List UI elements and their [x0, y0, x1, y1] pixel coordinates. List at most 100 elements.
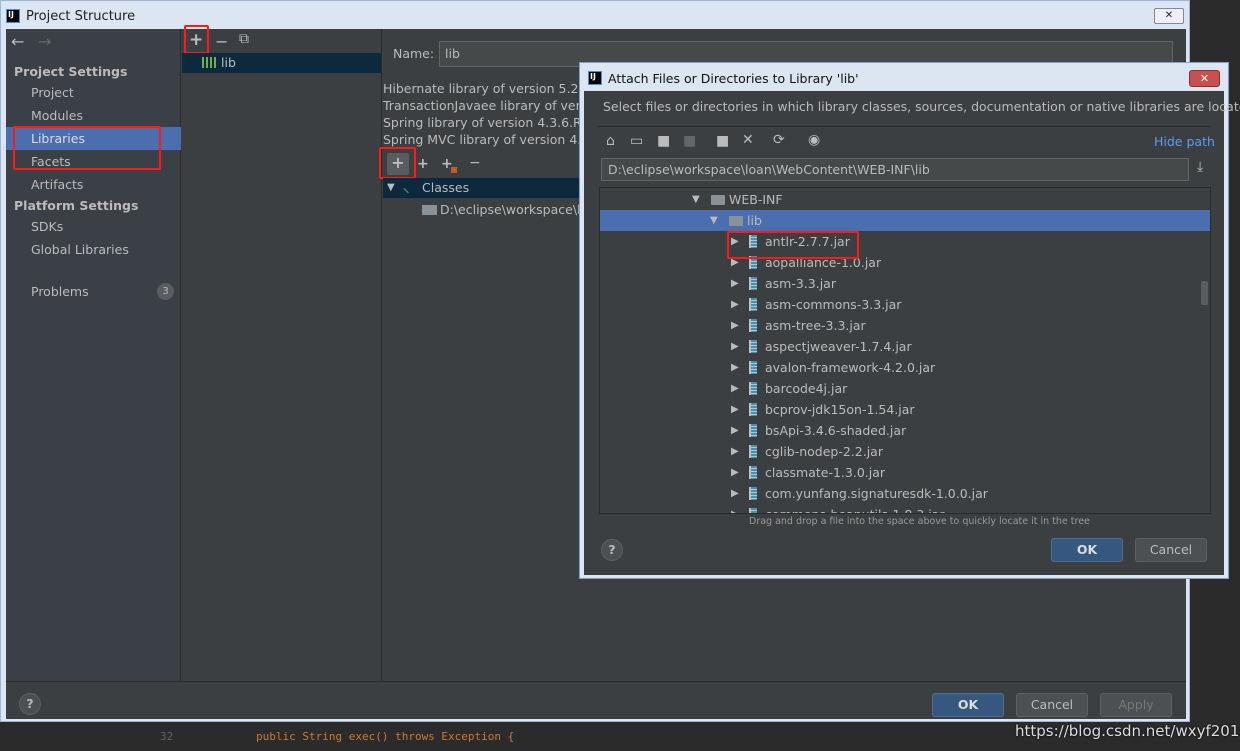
ok-button[interactable]: OK: [932, 693, 1004, 717]
sidebar-item-modules[interactable]: Modules: [6, 104, 181, 127]
jar-icon: [749, 298, 757, 311]
dialog-body: Select files or directories in which lib…: [584, 91, 1240, 575]
window-title: Project Structure: [26, 9, 136, 24]
tree-label: avalon-framework-4.2.0.jar: [765, 360, 936, 375]
refresh-icon[interactable]: ⟳: [773, 132, 785, 148]
tree-label: barcode4j.jar: [765, 381, 848, 396]
copy-library-button[interactable]: ⧉: [239, 31, 249, 47]
path-input[interactable]: D:\eclipse\workspace\loan\WebContent\WEB…: [601, 158, 1189, 181]
editor-line-number: 32: [160, 730, 174, 743]
attach-files-dialog: IJ Attach Files or Directories to Librar…: [579, 62, 1240, 579]
apply-button[interactable]: Apply: [1100, 693, 1172, 717]
tree-label: aspectjweaver-1.7.4.jar: [765, 339, 912, 354]
jar-icon: [749, 319, 757, 332]
desktop-icon[interactable]: ▭: [630, 133, 643, 149]
dialog-title: Attach Files or Directories to Library '…: [608, 71, 859, 86]
sidebar-item-problems[interactable]: Problems 3: [6, 280, 181, 303]
tree-jar-item[interactable]: ▶ asm-tree-3.3.jar: [600, 315, 1210, 336]
tree-jar-item[interactable]: ▶ classmate-1.3.0.jar: [600, 462, 1210, 483]
footer: ? OK Cancel Apply: [6, 681, 1186, 719]
tree-label: classmate-1.3.0.jar: [765, 465, 886, 480]
tree-label: bcprov-jdk15on-1.54.jar: [765, 402, 915, 417]
tree-jar-item[interactable]: ▶ bcprov-jdk15on-1.54.jar: [600, 399, 1210, 420]
highlight-box: [379, 147, 416, 179]
path-value: D:\eclipse\workspace\loan\WebContent\WEB…: [608, 162, 930, 177]
dialog-cancel-button[interactable]: Cancel: [1135, 538, 1207, 562]
tree-label: lib: [747, 213, 762, 228]
expand-arrow-icon: ▶: [731, 299, 739, 310]
remove-root-button[interactable]: −: [469, 155, 481, 171]
window-close-button[interactable]: ✕: [1154, 8, 1184, 24]
divider: [598, 126, 1210, 127]
expand-arrow-icon: ▼: [387, 182, 395, 193]
expand-arrow-icon: ▶: [731, 383, 739, 394]
sidebar-item-sdks[interactable]: SDKs: [6, 215, 181, 238]
tree-jar-item[interactable]: ▶ avalon-framework-4.2.0.jar: [600, 357, 1210, 378]
problems-label: Problems: [31, 284, 89, 299]
dialog-description: Select files or directories in which lib…: [603, 99, 1240, 114]
dialog-help-button[interactable]: ?: [601, 539, 623, 561]
highlight-box: [727, 231, 859, 259]
highlight-box: [13, 126, 161, 170]
tree-jar-item[interactable]: ▶ com.yunfang.signaturesdk-1.0.0.jar: [600, 483, 1210, 504]
hammer-icon: ⸜: [403, 180, 410, 195]
tree-jar-item[interactable]: ▶ asm-3.3.jar: [600, 273, 1210, 294]
jar-icon: [749, 466, 757, 479]
cancel-button[interactable]: Cancel: [1016, 693, 1088, 717]
tree-jar-item[interactable]: ▶ bsApi-3.4.6-shaded.jar: [600, 420, 1210, 441]
jar-icon: [749, 403, 757, 416]
back-arrow-icon[interactable]: ←: [11, 32, 24, 51]
remove-library-button[interactable]: −: [215, 32, 228, 51]
help-button[interactable]: ?: [19, 693, 41, 715]
add-url-button[interactable]: +: [417, 156, 429, 172]
dialog-close-button[interactable]: ✕: [1189, 70, 1220, 87]
tree-jar-item[interactable]: ▶ aopalliance-1.0.jar: [600, 252, 1210, 273]
drag-drop-hint: Drag and drop a file into the space abov…: [749, 516, 1090, 527]
tree-jar-item[interactable]: ▶ asm-commons-3.3.jar: [600, 294, 1210, 315]
file-tree[interactable]: ▼ WEB-INF ▼ lib ▶ antlr-2.7.7.jar ▶ aopalli…: [599, 187, 1211, 514]
download-icon[interactable]: ⤓: [1197, 159, 1203, 175]
show-hidden-icon[interactable]: ◉: [808, 132, 820, 148]
home-icon[interactable]: ⌂: [606, 133, 615, 149]
tree-jar-item[interactable]: ▶ commons-beanutils-1.8.3.jar: [600, 504, 1210, 513]
project-settings-heading: Project Settings: [14, 64, 128, 79]
project-folder-icon[interactable]: ■: [657, 133, 670, 149]
jar-icon: [749, 361, 757, 374]
hide-path-link[interactable]: Hide path: [1154, 134, 1215, 149]
tree-jar-item[interactable]: ▶ aspectjweaver-1.7.4.jar: [600, 336, 1210, 357]
classes-label: Classes: [422, 180, 470, 195]
sidebar-item-project[interactable]: Project: [6, 81, 181, 104]
jar-icon: [749, 487, 757, 500]
sidebar-item-global-libraries[interactable]: Global Libraries: [6, 238, 181, 261]
dialog-ok-button[interactable]: OK: [1051, 538, 1123, 562]
sidebar-item-artifacts[interactable]: Artifacts: [6, 173, 181, 196]
classes-node[interactable]: ▼ ⸜ Classes: [383, 178, 583, 198]
library-list-panel: + − ⧉ lib: [182, 25, 382, 681]
classes-path[interactable]: D:\eclipse\workspace\loan\WebContent\WEB…: [440, 202, 583, 217]
scrollbar-thumb[interactable]: [1201, 281, 1208, 305]
jar-icon: [749, 277, 757, 290]
tree-label: commons-beanutils-1.8.3.jar: [765, 504, 945, 513]
tree-jar-item[interactable]: ▶ antlr-2.7.7.jar: [600, 231, 1210, 252]
problems-count-badge: 3: [157, 283, 174, 300]
delete-icon[interactable]: ✕: [742, 132, 754, 148]
folder-icon: [729, 216, 743, 226]
folder-icon: [422, 205, 437, 215]
module-icon: [451, 167, 457, 173]
expand-arrow-icon: ▶: [731, 341, 739, 352]
jar-icon: [749, 445, 757, 458]
tree-folder-lib[interactable]: ▼ lib: [600, 210, 1210, 231]
expand-arrow-icon: ▶: [731, 425, 739, 436]
tree-jar-item[interactable]: ▶ barcode4j.jar: [600, 378, 1210, 399]
tree-jar-item[interactable]: ▶ cglib-nodep-2.2.jar: [600, 441, 1210, 462]
expand-arrow-icon: ▶: [731, 467, 739, 478]
module-folder-icon[interactable]: ■: [683, 133, 696, 149]
new-folder-icon[interactable]: ■: [716, 133, 729, 149]
tree-label: asm-3.3.jar: [765, 276, 836, 291]
expand-arrow-icon: ▶: [731, 446, 739, 457]
forward-arrow-icon[interactable]: →: [38, 32, 51, 51]
jar-icon: [749, 382, 757, 395]
tree-folder-web-inf[interactable]: ▼ WEB-INF: [600, 189, 1210, 210]
library-item-lib[interactable]: lib: [182, 53, 381, 73]
expand-arrow-icon: ▶: [731, 278, 739, 289]
